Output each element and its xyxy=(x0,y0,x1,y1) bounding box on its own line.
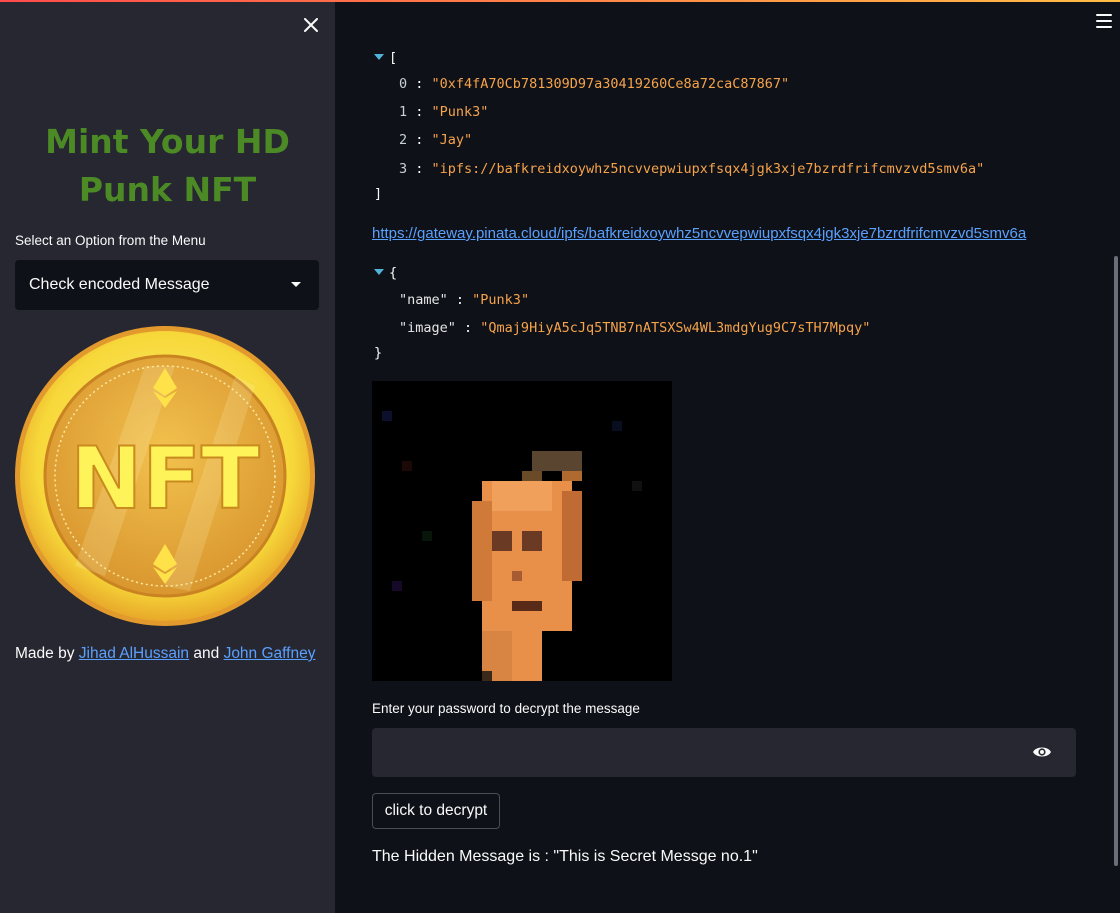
menu-select-value: Check encoded Message xyxy=(29,276,210,293)
json-array-item: 3 : "ipfs://bafkreidxoywhz5ncvvepwiupxfs… xyxy=(399,161,985,177)
and-text: and xyxy=(193,645,220,662)
json-open-bracket: [ xyxy=(389,50,398,66)
close-icon xyxy=(304,18,318,32)
nft-punk-image xyxy=(372,381,672,681)
ipfs-gateway-link[interactable]: https://gateway.pinata.cloud/ipfs/bafkre… xyxy=(372,225,1026,242)
sidebar-title: Mint Your HD Punk NFT xyxy=(0,118,335,214)
main-scrollbar[interactable] xyxy=(1114,40,1118,900)
made-by-credits: Made by Jihad AlHussain and John Gaffney xyxy=(15,645,315,663)
menu-icon-bar xyxy=(1096,20,1112,22)
menu-icon-bar xyxy=(1096,26,1112,28)
collapse-toggle-icon[interactable] xyxy=(374,269,384,275)
close-sidebar-button[interactable] xyxy=(298,12,324,38)
json-value: "Punk3" xyxy=(431,104,489,120)
json-key: "image" xyxy=(399,320,456,336)
password-input[interactable] xyxy=(372,728,1012,777)
author-link-jihad[interactable]: Jihad AlHussain xyxy=(79,645,189,662)
chevron-down-icon xyxy=(291,282,301,287)
scrollbar-thumb[interactable] xyxy=(1114,256,1118,866)
json-value: "0xf4fA70Cb781309D97a30419260Ce8a72caC87… xyxy=(431,76,790,92)
json-object-entry: "name" : "Punk3" xyxy=(399,292,530,308)
menu-icon-bar xyxy=(1096,14,1112,16)
json-array-item: 2 : "Jay" xyxy=(399,132,473,148)
nft-coin-image: NFT xyxy=(15,326,315,626)
top-decoration-line xyxy=(0,0,1120,2)
sidebar: Mint Your HD Punk NFT Select an Option f… xyxy=(0,0,335,913)
json-array-item: 1 : "Punk3" xyxy=(399,104,489,120)
json-close-bracket: ] xyxy=(374,186,383,202)
json-value: "Punk3" xyxy=(472,292,530,308)
json-object-entry: "image" : "Qmaj9HiyA5cJq5TNB7nATSXSw4WL3… xyxy=(399,320,871,336)
json-value: "ipfs://bafkreidxoywhz5ncvvepwiupxfsqx4j… xyxy=(431,161,985,177)
json-open-brace: { xyxy=(389,265,398,281)
show-password-eye-icon[interactable] xyxy=(1032,744,1052,760)
menu-select[interactable]: Check encoded Message xyxy=(15,260,319,310)
collapse-toggle-icon[interactable] xyxy=(374,54,384,60)
coin-text: NFT xyxy=(70,429,260,529)
decrypt-button[interactable]: click to decrypt xyxy=(372,793,500,829)
password-field[interactable] xyxy=(372,728,1076,777)
sidebar-title-line2: Punk NFT xyxy=(78,170,257,209)
password-label: Enter your password to decrypt the messa… xyxy=(372,701,640,716)
json-value: "Qmaj9HiyA5cJq5TNB7nATSXSw4WL3mdgYug9C7s… xyxy=(480,320,871,336)
menu-select-label: Select an Option from the Menu xyxy=(15,233,206,248)
hidden-message-result: The Hidden Message is : "This is Secret … xyxy=(372,848,758,865)
json-close-brace: } xyxy=(374,345,383,361)
author-link-john[interactable]: John Gaffney xyxy=(224,645,316,662)
hamburger-menu-button[interactable] xyxy=(1096,14,1112,30)
made-by-prefix: Made by xyxy=(15,645,75,662)
json-key: "name" xyxy=(399,292,448,308)
sidebar-title-line1: Mint Your HD xyxy=(45,122,290,161)
json-array-item: 0 : "0xf4fA70Cb781309D97a30419260Ce8a72c… xyxy=(399,76,790,92)
json-value: "Jay" xyxy=(431,132,473,148)
